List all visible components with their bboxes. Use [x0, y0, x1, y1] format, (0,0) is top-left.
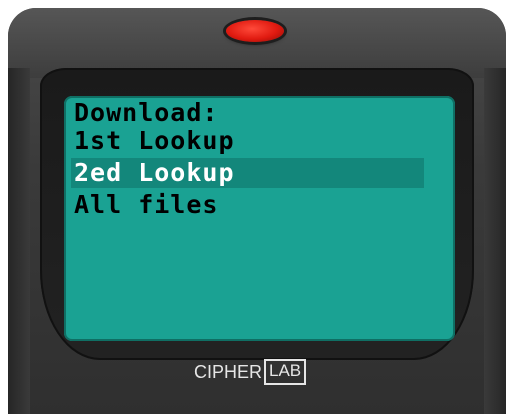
menu-item-2ed-lookup[interactable]: 2ed Lookup [74, 159, 235, 187]
menu-item-1st-lookup[interactable]: 1st Lookup [74, 127, 235, 155]
status-led-indicator [226, 20, 284, 42]
brand-logo-cipher: CIPHER [194, 361, 263, 382]
brand-logo: CIPHER LAB [194, 358, 307, 386]
device-left-edge [8, 68, 30, 414]
menu-title: Download: [74, 98, 219, 127]
brand-logo-lab: LAB [264, 359, 307, 385]
lcd-screen: Download: 1st Lookup 2ed Lookup All file… [64, 96, 455, 341]
menu-item-all-files[interactable]: All files [74, 191, 218, 219]
device-right-edge [484, 68, 506, 414]
